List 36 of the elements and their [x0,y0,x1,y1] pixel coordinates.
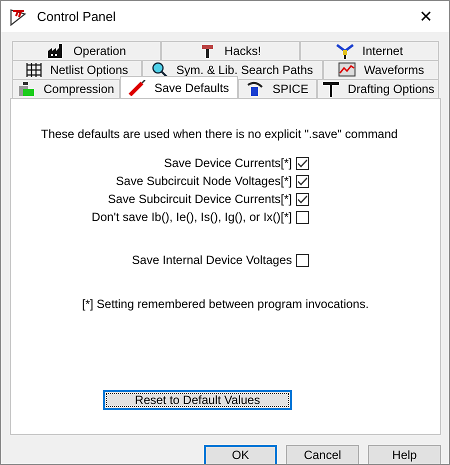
dialog-button[interactable]: Cancel [286,444,359,464]
checkbox[interactable] [296,210,309,224]
checkbox-label: Save Subcircuit Node Voltages[*] [116,174,292,188]
description-text: These defaults are used when there is no explicit ".save" command [41,127,399,141]
checkbox-label: Save Device Currents[*] [164,156,292,170]
tab[interactable]: Compression [12,79,120,98]
checkbox-label: Save Internal Device Voltages [132,253,292,267]
checkbox[interactable] [296,174,309,188]
tab[interactable]: Netlist Options [12,60,142,79]
app-logo-icon [9,8,27,26]
tab[interactable]: Internet [300,41,439,60]
network-icon [336,43,354,59]
reset-button[interactable]: Reset to Default Values [103,390,292,410]
probe-icon [128,80,146,96]
checkbox[interactable] [296,254,309,266]
checkbox-label: Save Subcircuit Device Currents[*] [108,192,292,206]
dialog-button[interactable]: Help [368,444,441,464]
tab[interactable]: Operation [12,41,162,60]
waveform-icon [338,62,356,78]
tab[interactable]: Drafting Options [317,79,439,98]
grid-icon [26,62,42,78]
checkbox[interactable] [296,156,309,170]
compressor-icon [17,81,36,97]
note-text: [*] Setting remembered between program invocations. [82,297,370,311]
search-icon [152,62,168,78]
tab[interactable]: SPICE [238,79,318,98]
dialog-button[interactable]: OK [204,444,277,464]
tab[interactable]: Sym. & Lib. Search Paths [142,60,324,79]
checkbox-label: Don't save Ib(), Ie(), Is(), Ig(), or Ix()[*] [92,210,292,224]
pushpin-icon [322,81,340,97]
tab[interactable]: Waveforms [323,60,439,79]
tab[interactable]: Hacks! [161,41,300,60]
checkbox[interactable] [296,192,309,206]
window-title: Control Panel [37,9,117,24]
tab[interactable]: Save Defaults [120,76,238,98]
close-button[interactable]: ✕ [403,1,449,32]
